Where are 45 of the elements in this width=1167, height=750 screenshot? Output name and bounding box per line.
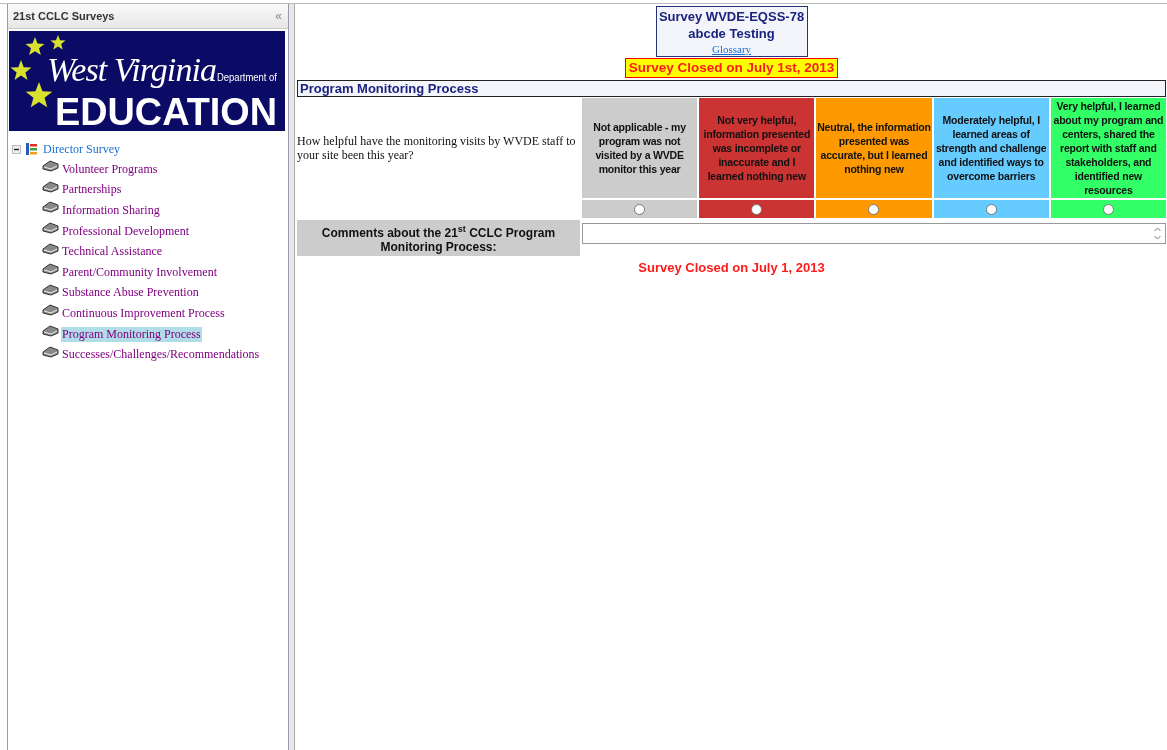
book-icon [42, 304, 59, 317]
book-icon [42, 180, 59, 193]
radio-button[interactable] [985, 203, 997, 215]
question-text: How helpful have the monitoring visits by WVDE staff to your site been this year? [297, 134, 577, 162]
comments-label: Comments about the 21$^{st}$ CCLC Program Monitoring Process: [297, 220, 580, 256]
tree-icon [26, 143, 37, 155]
tree-item[interactable]: Director Survey [43, 141, 120, 157]
radio-button[interactable] [1102, 203, 1114, 215]
survey-title: Survey WVDE-EQSS-78 [658, 8, 805, 25]
scroll-arrows-icon [1153, 226, 1162, 241]
tree-item[interactable]: Information Sharing [61, 203, 161, 218]
tree-item[interactable]: Program Monitoring Process [61, 326, 202, 342]
collapse-toggle[interactable] [12, 144, 21, 154]
book-icon [42, 345, 59, 358]
section-header: Program Monitoring Process [297, 80, 1166, 97]
survey-subtitle: abcde Testing [688, 25, 775, 42]
option-header: Not very helpful, information presented was incomplete or inaccurate and I learned nothing new [699, 98, 815, 198]
radio-button[interactable] [634, 203, 646, 215]
tree-item[interactable]: Volunteer Programs [61, 161, 159, 177]
comments-field[interactable] [582, 223, 1166, 244]
tree-item[interactable]: Continuous Improvement Process [61, 305, 226, 321]
book-icon [42, 283, 59, 296]
option-header: Neutral, the information presented was accurate, but I learned nothing new [816, 98, 932, 198]
book-icon [42, 242, 59, 255]
tree-item[interactable]: Partnerships [61, 182, 123, 198]
glossary-link[interactable]: Glossary [711, 42, 752, 56]
radio-button[interactable] [868, 203, 880, 215]
tree-item[interactable]: Substance Abuse Prevention [61, 285, 200, 301]
book-icon [42, 222, 59, 235]
closed-banner: Survey Closed on July 1st, 2013 [624, 58, 839, 78]
book-icon [42, 160, 59, 173]
closed-notice: Survey Closed on July 1, 2013 [638, 260, 825, 275]
logo: West VirginiaDepartment of EDUCATION [9, 31, 285, 131]
book-icon [42, 263, 59, 276]
book-icon [42, 325, 59, 338]
panel-title: 21st CCLC Surveys [13, 10, 115, 22]
book-icon [42, 201, 59, 214]
tree-item[interactable]: Professional Development [61, 223, 190, 239]
tree-item[interactable]: Successes/Challenges/Recommendations [61, 347, 261, 363]
tree-item[interactable]: Parent/Community Involvement [61, 264, 218, 280]
radio-button[interactable] [751, 203, 763, 215]
option-header: Very helpful, I learned about my program and centers, shared the report with staff and stakeholders, and identified new resources [1050, 98, 1166, 198]
option-header: Moderately helpful, I learned areas of strength and challenge and identified ways to overcome barriers [933, 98, 1049, 198]
tree-item[interactable]: Technical Assistance [61, 244, 164, 260]
option-header: Not applicable - my program was not visited by a WVDE monitor this year [582, 98, 698, 198]
